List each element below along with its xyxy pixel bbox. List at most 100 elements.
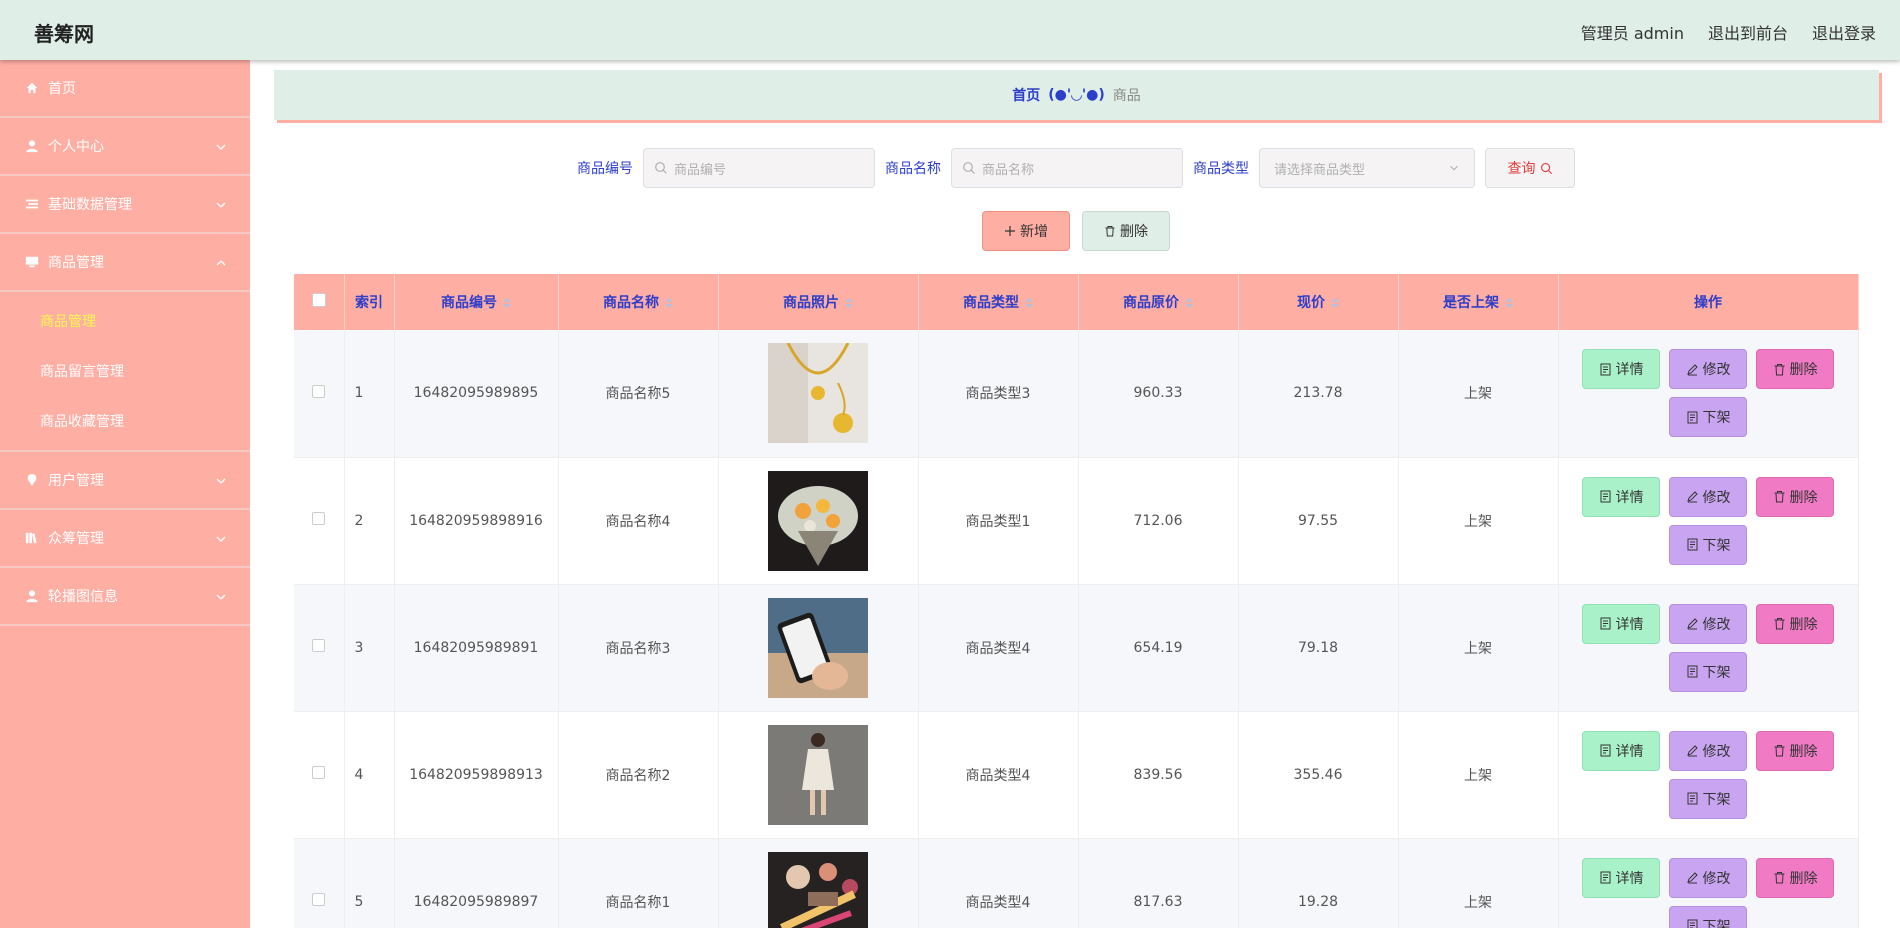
type-select[interactable]: 请选择商品类型: [1259, 148, 1475, 188]
document-icon: [1687, 411, 1697, 424]
edit-button[interactable]: 修改: [1669, 349, 1747, 390]
row-select-cell[interactable]: [294, 838, 345, 928]
delete-button[interactable]: 删除: [1756, 603, 1834, 644]
detail-button[interactable]: 详情: [1582, 857, 1660, 898]
detail-button[interactable]: 详情: [1582, 730, 1660, 771]
sidebar-subitem-goods-collect[interactable]: 商品收藏管理: [0, 396, 250, 446]
product-photo[interactable]: [768, 597, 868, 698]
col-photo[interactable]: 商品照片: [718, 274, 919, 330]
row-operation-buttons: 详情 修改 删除 下架: [1578, 603, 1838, 692]
row-checkbox[interactable]: [312, 384, 326, 398]
edit-button[interactable]: 修改: [1669, 476, 1747, 517]
off-shelf-button[interactable]: 下架: [1669, 524, 1747, 565]
product-photo[interactable]: [768, 724, 868, 825]
edit-button[interactable]: 修改: [1669, 603, 1747, 644]
delete-button[interactable]: 删除: [1756, 857, 1834, 898]
sidebar-subitem-goods-manage[interactable]: 商品管理: [0, 296, 250, 346]
col-photo-label: 商品照片: [783, 295, 839, 311]
off-shelf-button[interactable]: 下架: [1669, 778, 1747, 819]
sidebar-item-label: 个人中心: [48, 139, 104, 155]
exit-to-front-link[interactable]: 退出到前台: [1708, 20, 1788, 44]
off-shelf-label: 下架: [1702, 918, 1731, 928]
logout-link[interactable]: 退出登录: [1812, 20, 1876, 44]
off-shelf-button[interactable]: 下架: [1669, 905, 1747, 928]
sidebar-item-users[interactable]: 用户管理: [0, 452, 250, 510]
detail-button[interactable]: 详情: [1582, 603, 1660, 644]
col-current-price[interactable]: 现价: [1238, 274, 1399, 330]
delete-button[interactable]: 删除: [1756, 476, 1834, 517]
col-name[interactable]: 商品名称: [558, 274, 719, 330]
add-button[interactable]: 新增: [982, 211, 1070, 251]
detail-label: 详情: [1615, 870, 1644, 887]
table-row: 1 16482095989895 商品名称5 商品类型3 960.33 213.…: [294, 330, 1859, 458]
sidebar-item-label: 用户管理: [48, 473, 104, 489]
code-search-label: 商品编号: [577, 161, 633, 177]
sidebar-item-personal-center[interactable]: 个人中心: [0, 118, 250, 176]
product-photo[interactable]: [768, 851, 868, 928]
edit-icon: [1686, 745, 1698, 757]
select-all-cell[interactable]: [294, 274, 345, 330]
chevron-down-icon: [216, 478, 226, 484]
name-search-input[interactable]: 商品名称: [951, 148, 1183, 188]
edit-button[interactable]: 修改: [1669, 730, 1747, 771]
detail-button[interactable]: 详情: [1582, 476, 1660, 517]
detail-label: 详情: [1615, 489, 1644, 506]
sort-icon[interactable]: [1331, 298, 1339, 308]
off-shelf-button[interactable]: 下架: [1669, 651, 1747, 692]
sidebar-item-crowdfunding[interactable]: 众筹管理: [0, 510, 250, 568]
row-select-cell[interactable]: [294, 457, 345, 585]
col-code[interactable]: 商品编号: [394, 274, 559, 330]
product-photo[interactable]: [768, 343, 868, 444]
sidebar-item-basic-data[interactable]: 基础数据管理: [0, 176, 250, 234]
col-on-shelf[interactable]: 是否上架: [1398, 274, 1559, 330]
row-photo-cell: [718, 838, 919, 928]
row-checkbox[interactable]: [312, 766, 326, 779]
code-search-placeholder: 商品编号: [674, 162, 727, 178]
chevron-down-icon: [216, 144, 226, 150]
col-original-price[interactable]: 商品原价: [1078, 274, 1239, 330]
col-index: 索引: [344, 274, 395, 330]
row-operation-buttons: 详情 修改 删除 下架: [1578, 730, 1838, 819]
row-select-cell[interactable]: [294, 711, 345, 839]
edit-label: 修改: [1702, 616, 1731, 633]
col-type[interactable]: 商品类型: [918, 274, 1079, 330]
query-button[interactable]: 查询: [1485, 148, 1575, 188]
off-shelf-button[interactable]: 下架: [1669, 397, 1747, 438]
sort-icon[interactable]: [1025, 298, 1033, 308]
sort-icon[interactable]: [665, 298, 673, 308]
row-type: 商品类型4: [918, 584, 1079, 712]
edit-button[interactable]: 修改: [1669, 857, 1747, 898]
query-button-label: 查询: [1507, 161, 1536, 177]
sidebar-subitem-goods-message[interactable]: 商品留言管理: [0, 346, 250, 396]
row-checkbox[interactable]: [312, 512, 326, 525]
sidebar-item-home[interactable]: 首页: [0, 60, 250, 118]
select-all-checkbox[interactable]: [311, 293, 326, 307]
row-checkbox[interactable]: [312, 639, 326, 652]
sort-icon[interactable]: [845, 298, 853, 308]
row-select-cell[interactable]: [294, 584, 345, 712]
detail-button[interactable]: 详情: [1582, 349, 1660, 390]
sort-icon[interactable]: [503, 298, 511, 308]
row-current-price: 97.55: [1238, 457, 1399, 585]
sidebar-item-goods[interactable]: 商品管理: [0, 234, 250, 292]
row-status: 上架: [1398, 457, 1559, 585]
delete-button[interactable]: 删除: [1756, 730, 1834, 771]
document-icon: [1600, 490, 1610, 503]
code-search-input[interactable]: 商品编号: [643, 148, 875, 188]
row-index: 5: [344, 838, 395, 928]
sort-icon[interactable]: [1185, 298, 1193, 308]
sidebar-item-carousel[interactable]: 轮播图信息: [0, 568, 250, 626]
row-checkbox[interactable]: [312, 893, 326, 906]
product-photo[interactable]: [768, 470, 868, 571]
sort-icon[interactable]: [1505, 298, 1513, 308]
batch-delete-button[interactable]: 删除: [1082, 211, 1170, 251]
off-shelf-label: 下架: [1702, 537, 1731, 554]
row-operations: 详情 修改 删除 下架: [1558, 457, 1859, 585]
row-select-cell[interactable]: [294, 330, 345, 458]
sidebar-item-label: 基础数据管理: [48, 197, 132, 213]
breadcrumb-home[interactable]: 首页: [1012, 85, 1040, 105]
row-operation-buttons: 详情 修改 删除 下架: [1578, 476, 1838, 565]
delete-button[interactable]: 删除: [1756, 349, 1834, 390]
delete-label: 删除: [1789, 489, 1818, 506]
row-current-price: 19.28: [1238, 838, 1399, 928]
